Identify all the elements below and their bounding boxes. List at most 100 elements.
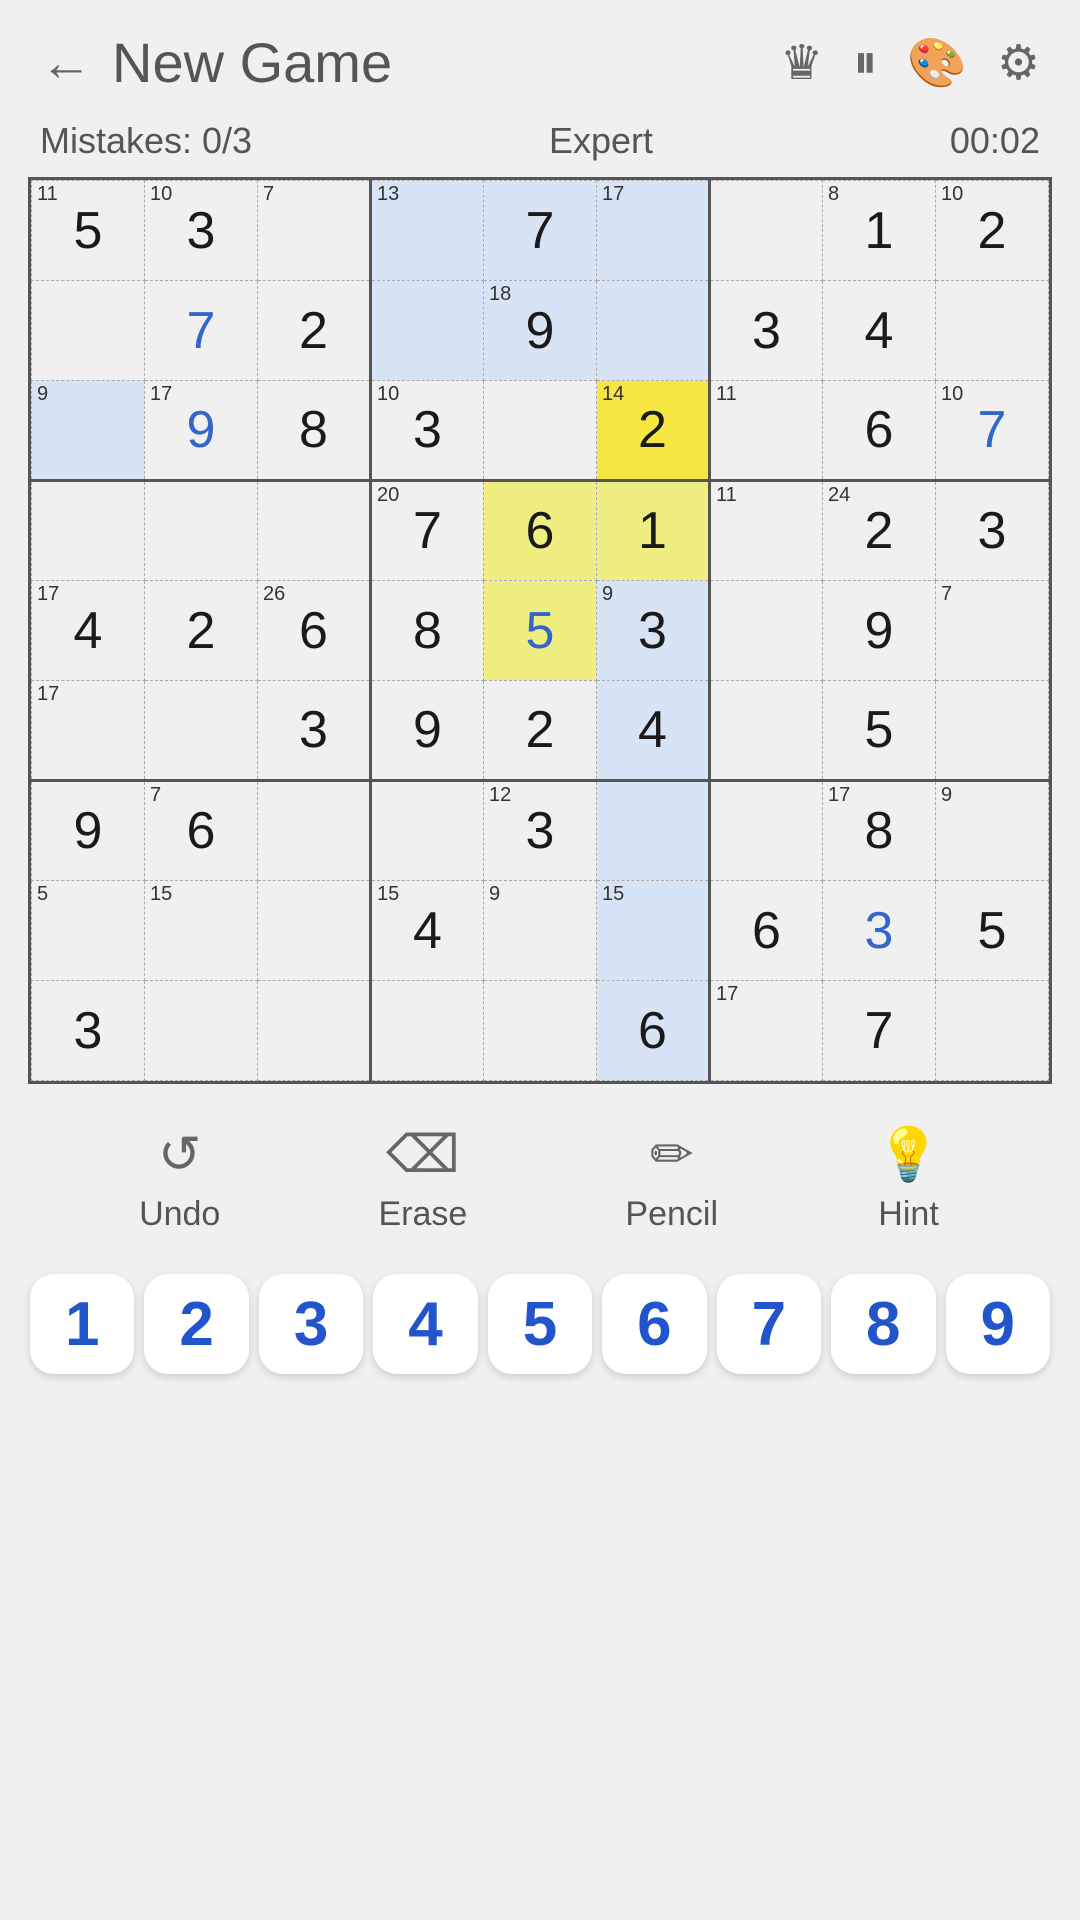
cell-r8-c7[interactable]: 7	[823, 981, 936, 1081]
cell-r3-c8[interactable]: 3	[936, 481, 1049, 581]
cell-r5-c6[interactable]	[710, 681, 823, 781]
cell-r4-c6[interactable]	[710, 581, 823, 681]
cell-r0-c3[interactable]: 13	[371, 181, 484, 281]
cell-r4-c2[interactable]: 266	[258, 581, 371, 681]
numpad-button-7[interactable]: 7	[717, 1274, 821, 1374]
cell-r6-c8[interactable]: 9	[936, 781, 1049, 881]
cell-r3-c3[interactable]: 207	[371, 481, 484, 581]
cell-r2-c1[interactable]: 179	[145, 381, 258, 481]
cell-r1-c0[interactable]	[32, 281, 145, 381]
cell-r1-c6[interactable]: 3	[710, 281, 823, 381]
cell-r8-c2[interactable]	[258, 981, 371, 1081]
cell-r2-c0[interactable]: 9	[32, 381, 145, 481]
cell-r5-c2[interactable]: 3	[258, 681, 371, 781]
pencil-button[interactable]: ✏ Pencil	[625, 1125, 718, 1234]
cell-r6-c2[interactable]	[258, 781, 371, 881]
cell-r4-c0[interactable]: 174	[32, 581, 145, 681]
cell-r0-c7[interactable]: 81	[823, 181, 936, 281]
cell-r1-c2[interactable]: 2	[258, 281, 371, 381]
hint-button[interactable]: 💡 Hint	[876, 1124, 941, 1234]
cell-r0-c1[interactable]: 103	[145, 181, 258, 281]
cell-r6-c3[interactable]	[371, 781, 484, 881]
cell-r6-c0[interactable]: 9	[32, 781, 145, 881]
cell-r3-c7[interactable]: 242	[823, 481, 936, 581]
cell-r8-c0[interactable]: 3	[32, 981, 145, 1081]
cell-r8-c4[interactable]	[484, 981, 597, 1081]
cell-r3-c0[interactable]	[32, 481, 145, 581]
cell-r1-c1[interactable]: 7	[145, 281, 258, 381]
cell-r6-c1[interactable]: 76	[145, 781, 258, 881]
cell-r5-c7[interactable]: 5	[823, 681, 936, 781]
cell-corner-tl: 9	[37, 384, 48, 404]
cell-r1-c3[interactable]	[371, 281, 484, 381]
pause-icon[interactable]: ⏸	[853, 35, 877, 91]
cell-r7-c3[interactable]: 154	[371, 881, 484, 981]
cell-r7-c6[interactable]: 6	[710, 881, 823, 981]
cell-r4-c8[interactable]: 7	[936, 581, 1049, 681]
erase-button[interactable]: ⌫ Erase	[378, 1125, 467, 1234]
cell-r5-c4[interactable]: 2	[484, 681, 597, 781]
cell-r2-c6[interactable]: 11	[710, 381, 823, 481]
cell-r2-c7[interactable]: 6	[823, 381, 936, 481]
cell-r2-c8[interactable]: 107	[936, 381, 1049, 481]
cell-r7-c5[interactable]: 15	[597, 881, 710, 981]
cell-r1-c8[interactable]	[936, 281, 1049, 381]
cell-r8-c3[interactable]	[371, 981, 484, 1081]
cell-r1-c4[interactable]: 189	[484, 281, 597, 381]
cell-r4-c5[interactable]: 93	[597, 581, 710, 681]
cell-r3-c2[interactable]	[258, 481, 371, 581]
cell-r8-c6[interactable]: 17	[710, 981, 823, 1081]
numpad-button-2[interactable]: 2	[144, 1274, 248, 1374]
cell-r2-c3[interactable]: 103	[371, 381, 484, 481]
cell-r7-c7[interactable]: 3	[823, 881, 936, 981]
cell-r0-c0[interactable]: 115	[32, 181, 145, 281]
numpad-button-1[interactable]: 1	[30, 1274, 134, 1374]
cell-r0-c8[interactable]: 102	[936, 181, 1049, 281]
cell-r5-c1[interactable]	[145, 681, 258, 781]
numpad-button-9[interactable]: 9	[946, 1274, 1050, 1374]
undo-button[interactable]: ↺ Undo	[139, 1125, 220, 1234]
numpad-button-8[interactable]: 8	[831, 1274, 935, 1374]
cell-r8-c1[interactable]	[145, 981, 258, 1081]
cell-r1-c5[interactable]	[597, 281, 710, 381]
cell-r7-c4[interactable]: 9	[484, 881, 597, 981]
cell-r0-c4[interactable]: 7	[484, 181, 597, 281]
cell-r6-c5[interactable]	[597, 781, 710, 881]
cell-r7-c1[interactable]: 15	[145, 881, 258, 981]
cell-r3-c6[interactable]: 11	[710, 481, 823, 581]
cell-r5-c8[interactable]	[936, 681, 1049, 781]
cell-r4-c4[interactable]: 5	[484, 581, 597, 681]
cell-r4-c1[interactable]: 2	[145, 581, 258, 681]
numpad-button-6[interactable]: 6	[602, 1274, 706, 1374]
cell-r0-c5[interactable]: 17	[597, 181, 710, 281]
cell-r0-c6[interactable]	[710, 181, 823, 281]
cell-r3-c4[interactable]: 6	[484, 481, 597, 581]
cell-r2-c4[interactable]	[484, 381, 597, 481]
cell-r4-c3[interactable]: 8	[371, 581, 484, 681]
cell-r7-c2[interactable]	[258, 881, 371, 981]
cell-r5-c5[interactable]: 4	[597, 681, 710, 781]
cell-r2-c5[interactable]: 142	[597, 381, 710, 481]
cell-r3-c1[interactable]	[145, 481, 258, 581]
cell-r6-c6[interactable]	[710, 781, 823, 881]
back-button[interactable]: ←	[40, 33, 92, 93]
numpad-button-3[interactable]: 3	[259, 1274, 363, 1374]
cell-r5-c0[interactable]: 17	[32, 681, 145, 781]
palette-icon[interactable]: 🎨	[907, 34, 967, 91]
cell-r0-c2[interactable]: 7	[258, 181, 371, 281]
cell-r4-c7[interactable]: 9	[823, 581, 936, 681]
crown-icon[interactable]: ♛	[780, 35, 823, 91]
cell-r8-c5[interactable]: 6	[597, 981, 710, 1081]
cell-r1-c7[interactable]: 4	[823, 281, 936, 381]
settings-icon[interactable]: ⚙	[997, 35, 1040, 91]
numpad-button-4[interactable]: 4	[373, 1274, 477, 1374]
cell-r7-c8[interactable]: 5	[936, 881, 1049, 981]
numpad-button-5[interactable]: 5	[488, 1274, 592, 1374]
cell-r6-c4[interactable]: 123	[484, 781, 597, 881]
cell-r6-c7[interactable]: 178	[823, 781, 936, 881]
cell-r3-c5[interactable]: 1	[597, 481, 710, 581]
cell-r7-c0[interactable]: 5	[32, 881, 145, 981]
cell-r2-c2[interactable]: 8	[258, 381, 371, 481]
cell-r5-c3[interactable]: 9	[371, 681, 484, 781]
cell-r8-c8[interactable]	[936, 981, 1049, 1081]
